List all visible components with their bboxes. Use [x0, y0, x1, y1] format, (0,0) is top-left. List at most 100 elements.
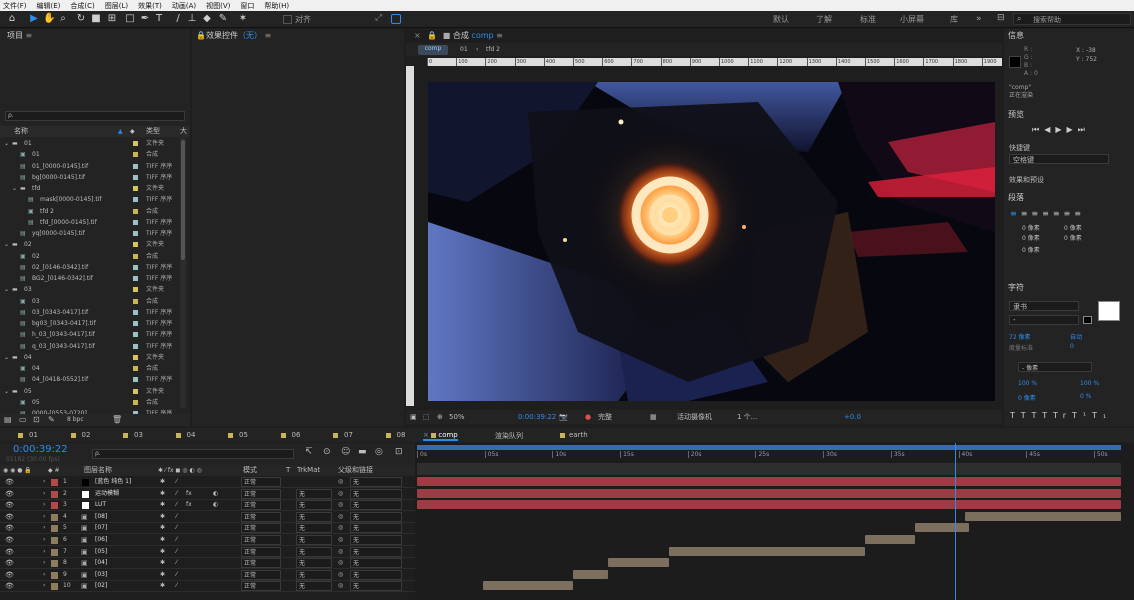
- horizontal-scale-field[interactable]: 100 %: [1080, 380, 1099, 387]
- timeline-layer-row[interactable]: 👁 › 3 LUT ✱ ⁄ fx ◐ 正常 无 ◎ 无: [0, 499, 415, 512]
- parent-dropdown[interactable]: 无: [350, 535, 402, 545]
- layer-mode-dropdown[interactable]: 正常: [241, 488, 281, 499]
- trkmat-dropdown[interactable]: 无: [296, 569, 332, 580]
- zoom-tool-icon[interactable]: ⌕: [57, 13, 69, 25]
- project-item[interactable]: ▤ 03_[0343-0417].tif TIFF 序序: [0, 307, 190, 318]
- pickwhip-icon[interactable]: ◎: [338, 511, 343, 523]
- tab-tfd2[interactable]: tfd 2: [486, 46, 500, 53]
- shy-switch-icon[interactable]: ✱: [160, 488, 165, 500]
- timeline-tab-03[interactable]: 03: [123, 431, 143, 439]
- label-color[interactable]: [133, 388, 138, 394]
- label-color[interactable]: [133, 253, 138, 259]
- project-item[interactable]: ⌄ ▬ 04 文件夹: [0, 352, 190, 363]
- magnification-dropdown[interactable]: 50%: [449, 410, 465, 424]
- shy-switch-icon[interactable]: ✱: [160, 534, 165, 546]
- timeline-layer-row[interactable]: 👁 › 7 ▣ [05] ✱ ⁄ 正常 无 ◎ 无: [0, 546, 415, 558]
- label-color[interactable]: [133, 186, 138, 191]
- project-item[interactable]: ⌄ ▬ 02 文件夹: [0, 239, 190, 250]
- selection-tool-icon[interactable]: ▶: [28, 13, 40, 25]
- project-item[interactable]: ⌄ ▬ 03 文件夹: [0, 284, 190, 295]
- grid-icon[interactable]: ⊕: [437, 410, 443, 424]
- eraser-tool-icon[interactable]: ◆: [201, 13, 213, 25]
- visibility-eye-icon[interactable]: 👁: [5, 511, 14, 523]
- shy-switch-icon[interactable]: ✱: [160, 499, 165, 511]
- label-color[interactable]: [133, 332, 138, 338]
- pickwhip-icon[interactable]: ◎: [338, 522, 343, 534]
- pan-behind-tool-icon[interactable]: ⊞: [106, 13, 118, 25]
- camera-dropdown[interactable]: 活动摄像机: [677, 410, 712, 424]
- visibility-eye-icon[interactable]: 👁: [5, 534, 14, 546]
- label-color[interactable]: [133, 343, 138, 349]
- paragraph-indent-right[interactable]: 0 像素 0 像素: [1064, 224, 1082, 244]
- col-size[interactable]: 大: [180, 126, 187, 137]
- layer-duration-bar[interactable]: [483, 581, 573, 591]
- layer-mode-dropdown[interactable]: 正常: [241, 546, 281, 557]
- label-color[interactable]: [133, 197, 138, 203]
- layer-duration-bar[interactable]: [915, 523, 970, 533]
- project-settings-icon[interactable]: ✎: [48, 415, 55, 424]
- timeline-layer-row[interactable]: 👁 › 6 ▣ [06] ✱ ⁄ 正常 无 ◎ 无: [0, 534, 415, 546]
- lock-icon[interactable]: 🔒: [196, 29, 206, 43]
- trkmat-dropdown[interactable]: 无: [296, 488, 332, 499]
- effects-presets-title[interactable]: 效果和预设: [1009, 175, 1044, 185]
- col-parent[interactable]: 父级和链接: [338, 465, 373, 476]
- parent-dropdown[interactable]: 无: [350, 558, 402, 569]
- transparency-grid-icon[interactable]: ▦: [650, 410, 657, 424]
- quality-switch-icon[interactable]: ⁄: [176, 569, 177, 581]
- quality-switch-icon[interactable]: ⁄: [176, 546, 177, 558]
- project-item[interactable]: ⌄ ▬ 05 文件夹: [0, 386, 190, 397]
- workspace-libraries[interactable]: 库: [950, 14, 958, 25]
- project-scrollbar[interactable]: [180, 138, 186, 408]
- region-of-interest-icon[interactable]: ⬚: [423, 410, 430, 424]
- timeline-tab-07[interactable]: 07: [333, 431, 353, 439]
- layer-duration-bar[interactable]: [572, 569, 608, 579]
- parent-dropdown[interactable]: 无: [350, 488, 402, 499]
- timeline-layer-row[interactable]: 👁 › 10 ▣ [02] ✱ ⁄ 正常 无 ◎ 无: [0, 580, 415, 592]
- project-item[interactable]: ▤ BG2_[0146-0342].tif TIFF 序序: [0, 273, 190, 284]
- parent-dropdown[interactable]: 无: [350, 523, 402, 534]
- new-comp-icon[interactable]: ⊡: [33, 415, 40, 424]
- project-item[interactable]: ▤ mask[0000-0145].tif TIFF 序序: [0, 194, 190, 205]
- frame-blending-icon[interactable]: ▬: [358, 447, 367, 457]
- twirl-icon[interactable]: ›: [43, 534, 45, 546]
- visibility-eye-icon[interactable]: 👁: [5, 476, 14, 488]
- twirl-icon[interactable]: ›: [43, 522, 45, 534]
- tab-01[interactable]: 01: [460, 46, 468, 53]
- stroke-width-dropdown[interactable]: - 像素: [1018, 362, 1092, 372]
- project-item[interactable]: ▤ 02_[0146-0342].tif TIFF 序序: [0, 262, 190, 273]
- color-channel-icon[interactable]: ●: [585, 410, 591, 424]
- label-color[interactable]: [133, 231, 138, 236]
- shy-switch-icon[interactable]: ✱: [160, 511, 165, 523]
- earth-tab[interactable]: earth: [560, 431, 588, 439]
- rectangle-tool-icon[interactable]: □: [124, 13, 136, 25]
- trkmat-dropdown[interactable]: 无: [296, 535, 332, 545]
- visibility-eye-icon[interactable]: 👁: [5, 488, 14, 500]
- col-mode[interactable]: 模式: [243, 465, 257, 476]
- more-workspaces-icon[interactable]: »: [976, 14, 982, 24]
- shy-switch-icon[interactable]: ✱: [160, 546, 165, 558]
- twirl-icon[interactable]: ⌄: [4, 239, 9, 250]
- project-item[interactable]: ▤ 04_[0418-0552].tif TIFF 序序: [0, 374, 190, 385]
- twirl-icon[interactable]: ›: [43, 580, 45, 592]
- layer-mode-dropdown[interactable]: 正常: [241, 535, 281, 545]
- timeline-layer-row[interactable]: 👁 › 8 ▣ [04] ✱ ⁄ 正常 无 ◎ 无: [0, 557, 415, 570]
- twirl-icon[interactable]: ›: [43, 476, 45, 488]
- col-layer-name[interactable]: 图层名称: [84, 465, 112, 476]
- twirl-icon[interactable]: ›: [43, 557, 45, 569]
- snapping-toggle[interactable]: [391, 14, 401, 24]
- timeline-tab-06[interactable]: 06: [280, 431, 300, 439]
- home-icon[interactable]: ⌂: [6, 13, 18, 25]
- layer-label-color[interactable]: [51, 560, 58, 568]
- label-color[interactable]: [133, 152, 138, 158]
- workspace-standard[interactable]: 标准: [860, 14, 876, 25]
- adjustment-layer-icon[interactable]: ◐: [213, 499, 218, 511]
- menu-item-3[interactable]: 图层(L): [105, 1, 128, 11]
- pickwhip-icon[interactable]: ◎: [338, 534, 343, 546]
- twirl-icon[interactable]: ⌄: [4, 138, 9, 149]
- label-color[interactable]: [133, 287, 138, 293]
- project-item[interactable]: ▤ tfd_[0000-0145].tif TIFF 序序: [0, 217, 190, 228]
- timeline-layer-row[interactable]: 👁 › 4 ▣ [08] ✱ ⁄ 正常 无 ◎ 无: [0, 511, 415, 523]
- col-t[interactable]: T: [286, 465, 290, 476]
- timeline-layer-row[interactable]: 👁 › 5 ▣ [07] ✱ ⁄ 正常 无 ◎ 无: [0, 522, 415, 535]
- exposure-value[interactable]: +0.0: [844, 410, 861, 424]
